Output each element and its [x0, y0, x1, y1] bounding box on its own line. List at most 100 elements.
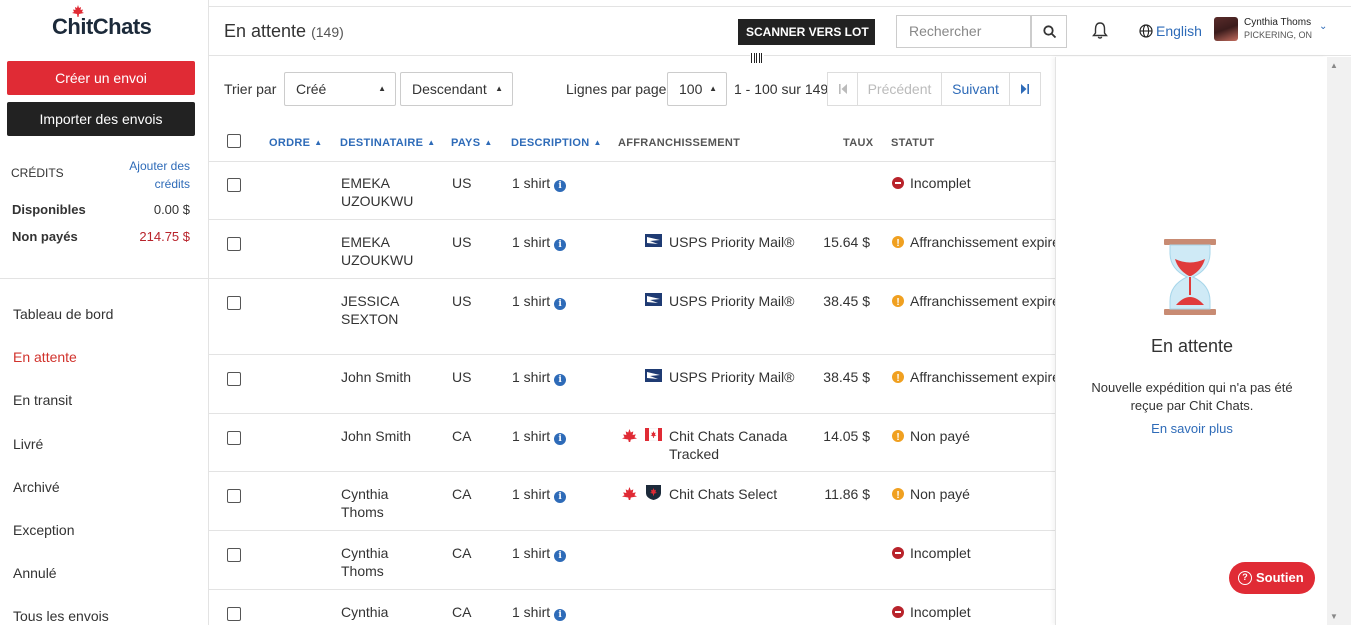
- column-description[interactable]: DESCRIPTION ▲: [511, 137, 602, 149]
- table-row[interactable]: John Smith US 1 shirt i USPS Priority Mail® 3…: [209, 355, 1055, 414]
- sidebar-item-pending[interactable]: En attente: [13, 349, 77, 365]
- sort-field-select[interactable]: Créé ▲: [284, 72, 396, 106]
- country-cell: CA: [452, 604, 472, 620]
- recipient-cell: Cynthia Thoms: [341, 545, 389, 579]
- panel-scrollbar[interactable]: ▲ ▼: [1327, 57, 1351, 625]
- unpaid-credits-row: Non payés 214.75 $: [12, 229, 190, 244]
- table-row[interactable]: EMEKA UZOUKWU US 1 shirt i Incomplet: [209, 161, 1055, 220]
- column-order[interactable]: ORDRE ▲: [269, 137, 322, 149]
- chevron-down-icon[interactable]: ⌄: [1319, 21, 1327, 32]
- sidebar: ChitChats Créer un envoi Importer des en…: [0, 0, 209, 625]
- column-order-label: ORDRE: [269, 137, 311, 149]
- column-rate: TAUX: [843, 137, 874, 149]
- status-cell: Non payé: [892, 485, 970, 505]
- panel-description: Nouvelle expédition qui n'a pas été reçu…: [1091, 380, 1293, 413]
- country-cell: CA: [452, 428, 472, 444]
- table-row[interactable]: EMEKA UZOUKWU US 1 shirt i USPS Priority Mai…: [209, 220, 1055, 279]
- available-credits-row: Disponibles 0.00 $: [12, 202, 190, 217]
- sidebar-item-cancelled[interactable]: Annulé: [13, 565, 57, 581]
- previous-page-button[interactable]: Précédent: [857, 72, 942, 106]
- logo-text: ChitChats: [52, 14, 152, 39]
- table-row[interactable]: John Smith CA 1 shirt i Chit Chats Canada Tr…: [209, 414, 1055, 472]
- rate-cell: 15.64 $: [823, 234, 870, 250]
- search-button[interactable]: [1031, 15, 1067, 48]
- description-cell: 1 shirt i: [512, 233, 567, 251]
- status-cell: Affranchissement expiré: [892, 368, 1055, 388]
- country-cell: CA: [452, 486, 472, 502]
- recipient-cell: Cynthia Thoms: [341, 486, 389, 520]
- scroll-up-icon[interactable]: ▲: [1330, 61, 1338, 70]
- rows-per-page-select[interactable]: 100 ▲: [667, 72, 727, 106]
- info-icon[interactable]: i: [554, 374, 567, 386]
- warning-icon: [892, 429, 904, 447]
- support-button[interactable]: ? Soutien: [1229, 562, 1315, 594]
- sort-order-select[interactable]: Descendant ▲: [400, 72, 513, 106]
- bell-icon[interactable]: [1091, 21, 1109, 41]
- column-country[interactable]: PAYS ▲: [451, 137, 493, 149]
- sidebar-item-delivered[interactable]: Livré: [13, 436, 43, 452]
- recipient-cell: John Smith: [341, 428, 412, 444]
- column-description-label: DESCRIPTION: [511, 137, 590, 149]
- user-name[interactable]: Cynthia Thoms: [1244, 17, 1311, 28]
- row-checkbox[interactable]: [227, 178, 241, 192]
- select-arrows-icon: ▲: [378, 84, 386, 93]
- country-cell: US: [452, 369, 472, 385]
- info-icon[interactable]: i: [554, 609, 567, 621]
- chitchats-leaf-icon: [622, 487, 637, 500]
- shipments-table: ORDRE ▲ DESTINATAIRE ▲ PAYS ▲ DESCRIPTION ▲ …: [209, 124, 1055, 625]
- first-page-button[interactable]: [827, 72, 858, 106]
- create-shipment-button[interactable]: Créer un envoi: [7, 61, 195, 95]
- sidebar-item-exception[interactable]: Exception: [13, 522, 74, 538]
- avatar[interactable]: [1214, 17, 1238, 41]
- chitchats-logo[interactable]: ChitChats: [52, 5, 152, 40]
- info-icon[interactable]: i: [554, 550, 567, 562]
- row-checkbox[interactable]: [227, 489, 241, 503]
- import-shipments-button[interactable]: Importer des envois: [7, 102, 195, 136]
- table-row[interactable]: JESSICA SEXTON US 1 shirt i USPS Priority Ma…: [209, 279, 1055, 355]
- row-checkbox[interactable]: [227, 372, 241, 386]
- row-checkbox[interactable]: [227, 607, 241, 621]
- status-cell: Affranchissement expiré: [892, 233, 1055, 253]
- info-icon[interactable]: i: [554, 433, 567, 445]
- sidebar-item-all[interactable]: Tous les envois: [13, 608, 109, 624]
- chitchats-leaf-icon: [622, 429, 637, 442]
- sidebar-item-dashboard[interactable]: Tableau de bord: [13, 306, 113, 322]
- language-selector[interactable]: English: [1139, 23, 1202, 39]
- column-recipient[interactable]: DESTINATAIRE ▲: [340, 137, 435, 149]
- row-checkbox[interactable]: [227, 237, 241, 251]
- sidebar-item-archived[interactable]: Archivé: [13, 479, 60, 495]
- info-icon[interactable]: i: [554, 180, 567, 192]
- row-checkbox[interactable]: [227, 431, 241, 445]
- next-page-button[interactable]: Suivant: [941, 72, 1010, 106]
- last-page-button[interactable]: [1009, 72, 1041, 106]
- recipient-cell: Cynthia Thoms: [341, 604, 389, 625]
- recipient-cell: John Smith: [341, 369, 412, 385]
- row-checkbox[interactable]: [227, 548, 241, 562]
- row-checkbox[interactable]: [227, 296, 241, 310]
- rate-cell: 14.05 $: [823, 428, 870, 444]
- info-icon[interactable]: i: [554, 491, 567, 503]
- table-row[interactable]: Cynthia Thoms CA 1 shirti Incomplet: [209, 531, 1055, 590]
- search-input[interactable]: Rechercher: [896, 15, 1031, 48]
- status-text: Incomplet: [910, 604, 971, 620]
- info-icon[interactable]: i: [554, 298, 567, 310]
- select-all-checkbox[interactable]: [227, 134, 241, 148]
- table-row[interactable]: Cynthia Thoms CA 1 shirt i Chit Chats Select…: [209, 472, 1055, 531]
- scan-to-batch-button[interactable]: SCANNER VERS LOT: [738, 19, 875, 63]
- add-credits-link[interactable]: Ajouter des crédits: [110, 157, 190, 193]
- select-arrows-icon: ▲: [709, 84, 717, 93]
- scroll-down-icon[interactable]: ▼: [1330, 612, 1338, 621]
- search-icon: [1043, 25, 1057, 39]
- pagination-range: 1 - 100 sur 149: [734, 81, 829, 97]
- warning-icon: [892, 235, 904, 253]
- sort-icon: ▲: [314, 138, 323, 147]
- sidebar-item-in-transit[interactable]: En transit: [13, 392, 72, 408]
- column-postage: AFFRANCHISSEMENT: [618, 137, 741, 149]
- description-cell: 1 shirt i: [512, 292, 567, 310]
- rows-per-page-value: 100: [679, 81, 703, 97]
- info-icon[interactable]: i: [554, 239, 567, 251]
- column-status: STATUT: [891, 137, 935, 149]
- table-row[interactable]: Cynthia Thoms CA 1 shirti Incomplet: [209, 590, 1055, 625]
- learn-more-link[interactable]: En savoir plus: [1056, 421, 1328, 436]
- barcode-icon: [750, 53, 764, 63]
